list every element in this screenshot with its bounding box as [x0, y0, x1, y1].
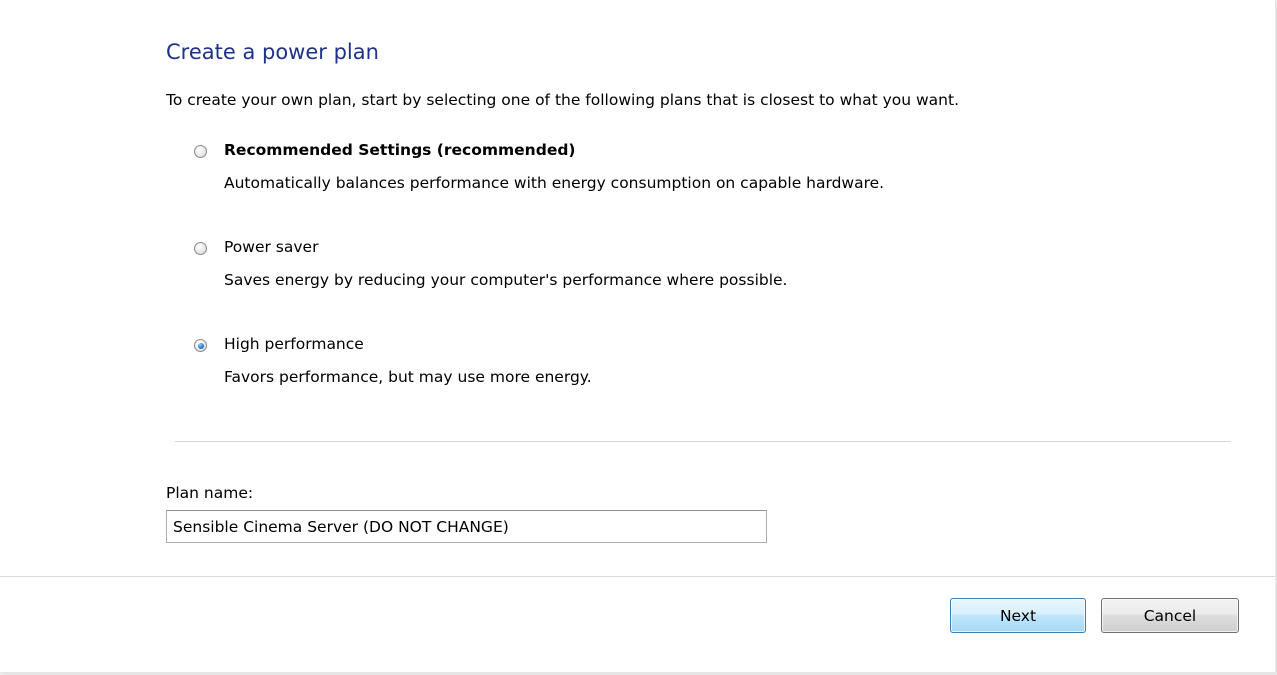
next-button[interactable]: Next — [950, 598, 1086, 633]
radio-power-saver[interactable] — [194, 242, 207, 255]
option-desc-recommended: Automatically balances performance with … — [224, 174, 885, 192]
plan-option-recommended[interactable]: Recommended Settings (recommended) Autom… — [194, 141, 1174, 192]
intro-text: To create your own plan, start by select… — [166, 91, 959, 109]
cancel-button[interactable]: Cancel — [1101, 598, 1239, 633]
option-label-recommended[interactable]: Recommended Settings (recommended) — [224, 141, 576, 159]
option-label-power-saver[interactable]: Power saver — [224, 238, 318, 256]
option-desc-high-performance: Favors performance, but may use more ene… — [224, 368, 592, 386]
plan-name-label: Plan name: — [166, 484, 254, 502]
radio-recommended-settings[interactable] — [194, 145, 207, 158]
option-label-high-performance[interactable]: High performance — [224, 335, 364, 353]
radio-high-performance[interactable] — [194, 339, 207, 352]
option-desc-power-saver: Saves energy by reducing your computer's… — [224, 271, 788, 289]
plan-name-input[interactable] — [166, 510, 767, 543]
plan-option-high-performance[interactable]: High performance Favors performance, but… — [194, 335, 1174, 386]
footer-divider — [0, 576, 1275, 577]
create-power-plan-window: Create a power plan To create your own p… — [0, 0, 1276, 673]
plan-option-power-saver[interactable]: Power saver Saves energy by reducing you… — [194, 238, 1174, 289]
section-divider — [175, 441, 1231, 442]
page-title: Create a power plan — [166, 40, 379, 64]
